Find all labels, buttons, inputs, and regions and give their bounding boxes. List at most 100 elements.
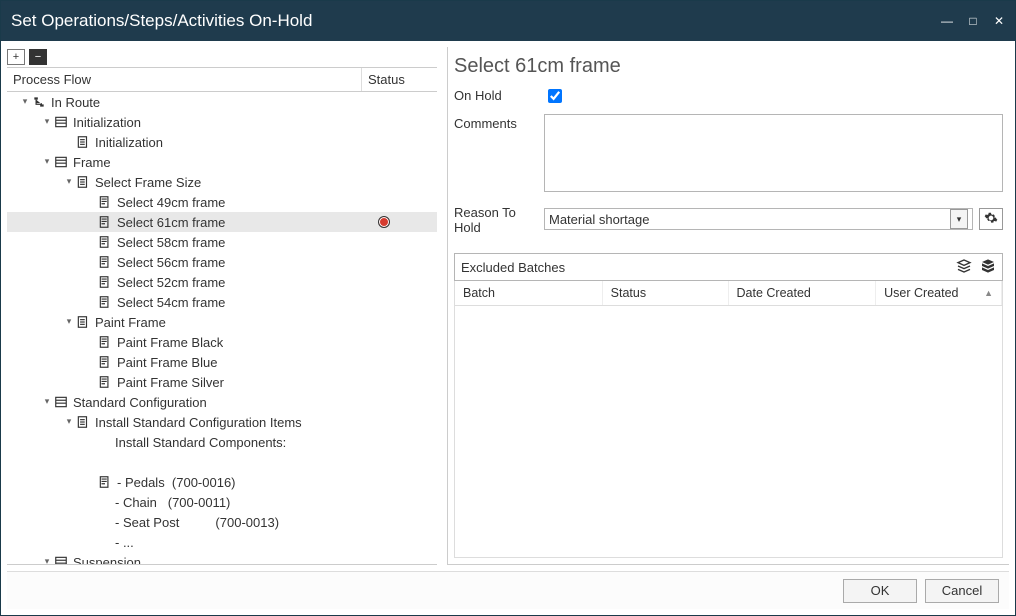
- col-status[interactable]: Status: [603, 281, 729, 305]
- expander-icon[interactable]: ▾: [63, 416, 75, 427]
- activity-icon: [97, 354, 113, 370]
- tree-row[interactable]: ▾ Select Frame Size: [7, 172, 437, 192]
- reason-settings-button[interactable]: [979, 208, 1003, 230]
- tree-label: - Seat Post (700-0013): [115, 515, 279, 530]
- onhold-row: On Hold: [454, 86, 1003, 106]
- tree-header-process[interactable]: Process Flow: [7, 68, 362, 91]
- section-icon: [53, 554, 69, 564]
- tree-row[interactable]: ▾ Initialization: [7, 112, 437, 132]
- collapse-all-button[interactable]: −: [29, 49, 47, 65]
- expander-icon[interactable]: ▾: [41, 116, 53, 127]
- comments-row: Comments: [454, 114, 1003, 195]
- tree-row[interactable]: [7, 452, 437, 472]
- excluded-columns: Batch Status Date Created User Created ▲: [454, 281, 1003, 306]
- excluded-grid-body[interactable]: [454, 306, 1003, 558]
- expander-icon[interactable]: ▾: [41, 156, 53, 167]
- tree-row[interactable]: - ...: [7, 532, 437, 552]
- minimize-button[interactable]: —: [941, 15, 953, 27]
- tree-row[interactable]: Initialization: [7, 132, 437, 152]
- section-icon: [53, 154, 69, 170]
- activity-icon: [97, 194, 113, 210]
- tree-label: [115, 455, 126, 470]
- reason-value: Material shortage: [549, 212, 649, 227]
- tree-row[interactable]: ▾In Route: [7, 92, 437, 112]
- tree-label: Select Frame Size: [95, 175, 201, 190]
- col-user-label: User Created: [884, 286, 958, 300]
- tree-label: Standard Configuration: [73, 395, 207, 410]
- activity-icon: [97, 294, 113, 310]
- maximize-button[interactable]: □: [967, 15, 979, 27]
- step-icon: [75, 174, 91, 190]
- onhold-label: On Hold: [454, 86, 544, 103]
- remove-batch-icon[interactable]: [980, 258, 996, 277]
- reason-select[interactable]: Material shortage ▾: [544, 208, 973, 230]
- expand-all-button[interactable]: +: [7, 49, 25, 65]
- tree-row[interactable]: - Pedals (700-0016): [7, 472, 437, 492]
- activity-icon: [97, 214, 113, 230]
- tree-row[interactable]: Select 49cm frame: [7, 192, 437, 212]
- comments-input[interactable]: [544, 114, 1003, 192]
- tree-row[interactable]: ▾ Frame: [7, 152, 437, 172]
- col-date-created[interactable]: Date Created: [729, 281, 877, 305]
- col-user-created[interactable]: User Created ▲: [876, 281, 1002, 305]
- tree-label: Select 52cm frame: [117, 275, 225, 290]
- activity-icon: [97, 374, 113, 390]
- on-hold-icon: [378, 216, 390, 228]
- tree-label: Frame: [73, 155, 111, 170]
- onhold-checkbox[interactable]: [548, 89, 562, 103]
- tree-label: Select 61cm frame: [117, 215, 225, 230]
- activity-icon: [97, 334, 113, 350]
- tree-row[interactable]: ▾ Standard Configuration: [7, 392, 437, 412]
- expander-icon[interactable]: ▾: [19, 96, 31, 107]
- tree-row[interactable]: ▾Suspension: [7, 552, 437, 564]
- tree-row[interactable]: Select 56cm frame: [7, 252, 437, 272]
- tree-label: Select 56cm frame: [117, 255, 225, 270]
- dialog-footer: OK Cancel: [7, 571, 1009, 609]
- tree-row[interactable]: ▾ Paint Frame: [7, 312, 437, 332]
- expander-icon[interactable]: ▾: [41, 556, 53, 565]
- window-title: Set Operations/Steps/Activities On-Hold: [11, 11, 312, 31]
- tree-row[interactable]: Select 52cm frame: [7, 272, 437, 292]
- tree-row[interactable]: - Seat Post (700-0013): [7, 512, 437, 532]
- tree-row[interactable]: Install Standard Components:: [7, 432, 437, 452]
- reason-dropdown-button[interactable]: ▾: [950, 209, 968, 229]
- section-icon: [53, 114, 69, 130]
- activity-icon: [97, 234, 113, 250]
- gear-icon: [984, 211, 998, 228]
- step-icon: [75, 314, 91, 330]
- add-batch-icon[interactable]: [956, 258, 972, 277]
- dialog-window: Set Operations/Steps/Activities On-Hold …: [0, 0, 1016, 616]
- tree-row[interactable]: Paint Frame Silver: [7, 372, 437, 392]
- tree-row[interactable]: - Chain (700-0011): [7, 492, 437, 512]
- expander-icon[interactable]: ▾: [63, 316, 75, 327]
- tree-header-status[interactable]: Status: [362, 68, 437, 91]
- cancel-button[interactable]: Cancel: [925, 579, 999, 603]
- tree-row[interactable]: Select 58cm frame: [7, 232, 437, 252]
- ok-button[interactable]: OK: [843, 579, 917, 603]
- tree-label: Paint Frame Silver: [117, 375, 224, 390]
- tree-toolbar: + −: [7, 47, 437, 67]
- tree-header: Process Flow Status: [7, 67, 437, 92]
- tree-row[interactable]: Paint Frame Blue: [7, 352, 437, 372]
- reason-row: Reason To Hold Material shortage ▾: [454, 203, 1003, 235]
- tree-row[interactable]: ▾Install Standard Configuration Items: [7, 412, 437, 432]
- close-button[interactable]: ✕: [993, 15, 1005, 27]
- tree-body[interactable]: ▾In Route▾InitializationInitialization▾F…: [7, 92, 437, 564]
- tree-row[interactable]: Select 54cm frame: [7, 292, 437, 312]
- tree-label: Paint Frame: [95, 315, 166, 330]
- col-batch[interactable]: Batch: [455, 281, 603, 305]
- tree-label: Select 58cm frame: [117, 235, 225, 250]
- step-icon: [75, 414, 91, 430]
- tree-row[interactable]: Select 61cm frame: [7, 212, 437, 232]
- comments-label: Comments: [454, 114, 544, 131]
- tree-row[interactable]: Paint Frame Black: [7, 332, 437, 352]
- expander-icon[interactable]: ▾: [41, 396, 53, 407]
- tree-label: Initialization: [95, 135, 163, 150]
- expander-icon[interactable]: ▾: [63, 176, 75, 187]
- activity-icon: [97, 474, 113, 490]
- tree-status-cell: [378, 216, 433, 228]
- title-bar: Set Operations/Steps/Activities On-Hold …: [1, 1, 1015, 41]
- tree-label: Paint Frame Black: [117, 335, 223, 350]
- tree-label: - Pedals (700-0016): [117, 475, 236, 490]
- tree-label: Initialization: [73, 115, 141, 130]
